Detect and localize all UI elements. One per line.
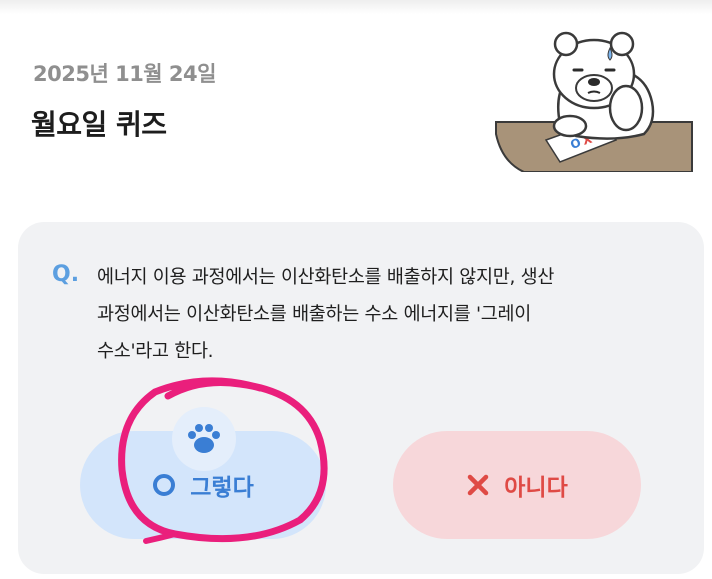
quiz-date: 2025년 11월 24일 bbox=[33, 62, 216, 86]
page-title: 월요일 퀴즈 bbox=[31, 108, 167, 141]
paw-icon bbox=[188, 424, 220, 453]
question-text: 에너지 이용 과정에서는 이산화탄소를 배출하지 않지만, 생산 과정에서는 이… bbox=[97, 259, 657, 370]
paw-badge bbox=[172, 407, 236, 471]
question-line: 수소'라고 한다. bbox=[97, 341, 214, 362]
x-mark-icon bbox=[466, 473, 490, 497]
answer-no-label: 아니다 bbox=[504, 475, 568, 501]
top-shadow-strip bbox=[0, 0, 712, 14]
answer-no-button[interactable]: 아니다 bbox=[393, 431, 641, 539]
answer-yes-label: 그렇다 bbox=[190, 475, 254, 501]
question-line: 에너지 이용 과정에서는 이산화탄소를 배출하지 않지만, 생산 bbox=[97, 267, 555, 288]
question-line: 과정에서는 이산화탄소를 배출하는 수소 에너지를 '그레이 bbox=[97, 304, 531, 325]
polar-bear-icon: O X bbox=[495, 31, 693, 172]
question-label: Q. bbox=[52, 262, 80, 287]
circle-o-icon bbox=[152, 473, 176, 497]
